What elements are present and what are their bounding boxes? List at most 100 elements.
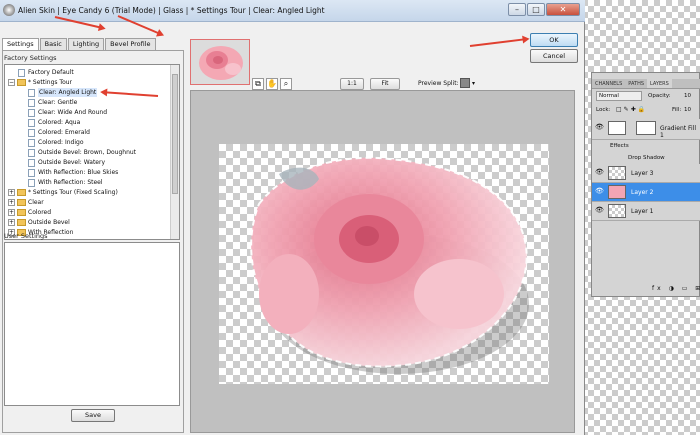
expand-toggle-icon[interactable]: + [8,199,15,206]
eye-icon[interactable]: 👁 [595,124,604,131]
app-icon [3,4,15,16]
save-button[interactable]: Save [71,409,115,422]
tree-item-label: Clear [28,199,44,206]
layer-1[interactable]: 👁 Layer 1 [592,202,700,221]
opacity-label: Opacity: [648,93,671,99]
tree-item[interactable]: − * Settings Tour [8,78,72,87]
layer-thumbnail [608,204,626,218]
fill-value[interactable]: 10 [684,104,691,116]
preset-icon [28,128,35,137]
tree-item-label: Colored: Aqua [38,119,81,126]
tab-layers[interactable]: LAYERS [647,79,672,88]
close-button[interactable]: ✕ [546,3,580,16]
preset-icon [18,68,25,77]
layer-name: Layer 2 [631,189,654,196]
ps-tab-strip: CHANNELS PATHS LAYERS [592,79,700,89]
tab-bevel-profile[interactable]: Bevel Profile [105,38,156,50]
tree-item[interactable]: Clear: Angled Light [28,88,98,97]
transparency-checkerboard [219,144,549,384]
layer-3[interactable]: 👁 Layer 3 [592,164,700,183]
preview-toolbar: ⧉ ✋ ⌕ 1:1 Fit Preview Split: ▾ [190,77,583,91]
ps-panel-footer-icons[interactable]: fx ◑ ▭ ⊞ 🗑 [652,283,700,295]
layer-name: Layer 3 [631,170,654,177]
folder-icon [17,79,26,86]
expand-toggle-icon[interactable]: + [8,189,15,196]
expand-toggle-icon[interactable]: + [8,219,15,226]
opacity-value[interactable]: 10 [684,90,691,102]
eye-icon[interactable]: 👁 [595,188,604,195]
preview-canvas[interactable] [190,90,575,433]
blend-mode-select[interactable]: Normal [596,91,642,101]
preset-icon [28,158,35,167]
tree-item[interactable]: With Reflection: Blue Skies [28,168,118,177]
tree-item[interactable]: Colored: Aqua [28,118,80,127]
preview-split-swatch[interactable] [460,78,470,88]
user-settings-list[interactable] [4,242,180,406]
tree-item[interactable]: Outside Bevel: Watery [28,158,105,167]
fill-label: Fill: [672,107,682,113]
eye-icon[interactable]: 👁 [595,169,604,176]
layer-mask-thumbnail [636,121,656,135]
tree-item-label: With Reflection: Blue Skies [38,169,119,176]
tree-item-label: Factory Default [28,69,74,76]
drop-shadow-label: Drop Shadow [628,155,665,161]
ok-button[interactable]: OK [530,33,578,47]
tree-item-label: Clear: Angled Light [38,88,98,97]
eye-icon[interactable]: 👁 [595,207,604,214]
tree-item-label: Outside Bevel [28,219,70,226]
maximize-button[interactable]: □ [527,3,545,16]
lock-icons[interactable]: □✎✚🔒 [616,104,647,116]
tree-item[interactable]: With Reflection: Steel [28,178,103,187]
layer-2[interactable]: 👁 Layer 2 [592,183,700,202]
zoom-1-1-button[interactable]: 1:1 [340,78,364,90]
glass-rose-image [250,156,529,374]
preset-icon [28,148,35,157]
compare-icon[interactable]: ⧉ [252,78,264,90]
layer-thumbnail [608,121,626,135]
tree-scroll-thumb[interactable] [172,74,178,194]
preset-icon [28,138,35,147]
tree-item-label: Colored: Emerald [38,129,90,136]
layer-thumbnail [608,185,626,199]
tab-paths[interactable]: PATHS [625,79,647,88]
tree-item[interactable]: + Outside Bevel [8,218,70,227]
tree-item[interactable]: Colored: Emerald [28,128,90,137]
tab-basic[interactable]: Basic [39,38,67,50]
chevron-down-icon[interactable]: ▾ [472,80,475,87]
zoom-fit-button[interactable]: Fit [370,78,400,90]
cancel-button[interactable]: Cancel [530,49,578,63]
tree-item[interactable]: + Colored [8,208,51,217]
preview-split-label: Preview Split: [418,80,459,87]
minimize-button[interactable]: – [508,3,526,16]
tree-item-label: Clear: Gentle [38,99,78,106]
effects-label: Effects [610,143,629,149]
title-bar[interactable]: Alien Skin | Eye Candy 6 (Trial Mode) | … [0,0,585,22]
preview-area: ⧉ ✋ ⌕ 1:1 Fit Preview Split: ▾ OK Cancel [186,22,585,435]
tab-channels[interactable]: CHANNELS [592,79,625,88]
layer-gradient-fill-1[interactable]: 👁 Gradient Fill 1 [592,119,700,140]
preset-icon [28,118,35,127]
tree-item[interactable]: Colored: Indigo [28,138,84,147]
tree-item[interactable]: Clear: Gentle [28,98,77,107]
tab-lighting[interactable]: Lighting [67,38,105,50]
tree-item-label: Outside Bevel: Brown, Doughnut [38,149,137,156]
tree-item-label: Colored [28,209,52,216]
preset-icon [28,88,35,97]
expand-toggle-icon[interactable]: + [8,209,15,216]
hand-icon[interactable]: ✋ [266,78,278,90]
tree-item[interactable]: Outside Bevel: Brown, Doughnut [28,148,136,157]
settings-panel: Settings Basic Lighting Bevel Profile Fa… [0,22,186,435]
zoom-icon[interactable]: ⌕ [280,78,292,90]
tree-item[interactable]: + * Settings Tour (Fixed Scaling) [8,188,118,197]
eye-candy-window: Alien Skin | Eye Candy 6 (Trial Mode) | … [0,0,585,435]
tree-item[interactable]: Clear: Wide And Round [28,108,107,117]
folder-icon [17,209,26,216]
expand-toggle-icon[interactable]: − [8,79,15,86]
layer-name: Gradient Fill 1 [660,125,697,139]
factory-settings-tree[interactable]: Factory Default − * Settings Tour Clear: An… [4,64,180,240]
folder-icon [17,189,26,196]
folder-icon [17,199,26,206]
tree-scrollbar[interactable] [170,65,179,239]
tree-item[interactable]: Factory Default [18,68,74,77]
tree-item[interactable]: + Clear [8,198,44,207]
